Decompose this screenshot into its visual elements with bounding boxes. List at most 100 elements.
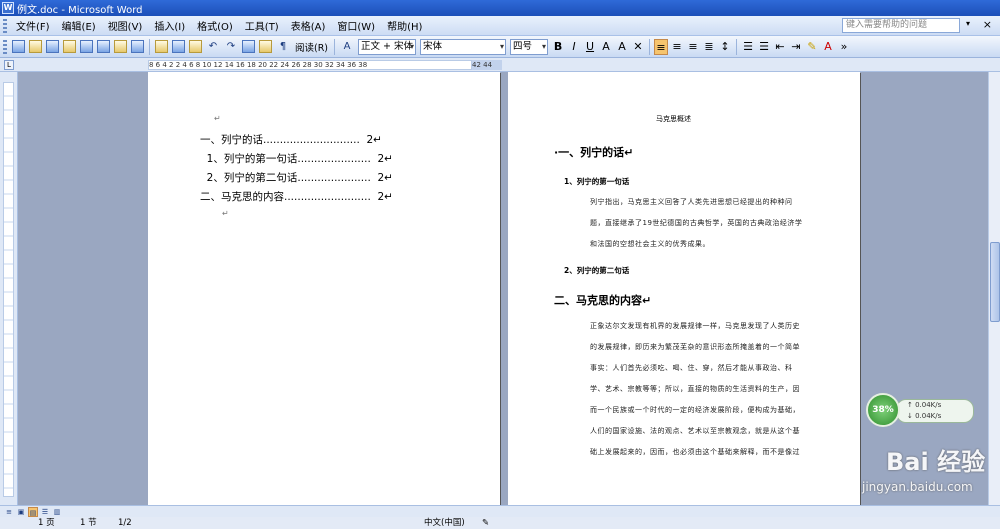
cut-icon[interactable] [155, 40, 168, 53]
research-icon[interactable] [131, 40, 144, 53]
menu-help[interactable]: 帮助(H) [381, 18, 428, 33]
table-icon[interactable] [259, 40, 272, 53]
spelling-status-icon[interactable]: ✎ [482, 517, 489, 529]
page-2[interactable]: 马克思概述 ·一、列宁的话↵ 1、列宁的第一句话 列宁指出，马克思主义回答了人类… [508, 72, 860, 505]
status-language: 中文(中国) [424, 518, 465, 528]
horizontal-ruler: L 8 6 4 2 2 4 6 8 10 12 14 16 18 20 22 2… [0, 58, 1000, 79]
title-bar: W 例文.doc - Microsoft Word [0, 0, 1000, 16]
print-icon[interactable] [80, 40, 93, 53]
web-view-icon[interactable]: ▣ [16, 507, 26, 517]
zoom-icon[interactable]: ¶ [275, 39, 291, 55]
toc-entry[interactable]: 1、列宁的第一句话...................... 2↵ [200, 151, 393, 166]
permission-icon[interactable] [63, 40, 76, 53]
normal-view-icon[interactable]: ≡ [4, 507, 14, 517]
toc-entry[interactable]: 2、列宁的第二句话...................... 2↵ [200, 170, 393, 185]
page-header: 马克思概述 [656, 115, 691, 123]
menu-view[interactable]: 视图(V) [102, 18, 149, 33]
align-right-icon[interactable]: ≡ [686, 39, 700, 55]
spelling-icon[interactable] [114, 40, 127, 53]
watermark: Bai 经验 jingyan.baidu.com [846, 442, 996, 502]
numbering-icon[interactable]: ☰ [741, 39, 755, 55]
close-document-icon[interactable]: × [983, 18, 992, 31]
char-scale-icon[interactable]: ✕ [631, 39, 645, 55]
horizontal-scrollbar[interactable]: ≡ ▣ ▤ ☰ ▥ [0, 505, 1000, 517]
standard-toolbar: ↶ ↷ ¶ 阅读(R) A 正文 + 宋体 宋体 四号 B I U A A ✕ … [0, 36, 1000, 58]
speed-panel: ↑ 0.04K/s ↓ 0.04K/s [896, 399, 974, 423]
font-dropdown[interactable]: 宋体 [420, 38, 507, 55]
ruler-right-margin[interactable]: 42 44 46 [472, 60, 502, 79]
help-search-input[interactable]: 键入需要帮助的问题 [842, 18, 960, 33]
heading-1[interactable]: ·一、列宁的话↵ [554, 144, 633, 160]
increase-indent-icon[interactable]: ⇥ [789, 39, 803, 55]
window-title: 例文.doc - Microsoft Word [17, 4, 143, 16]
font-size-dropdown[interactable]: 四号 [510, 38, 549, 55]
menu-edit[interactable]: 编辑(E) [56, 18, 102, 33]
reading-view-icon[interactable]: ▥ [52, 507, 62, 517]
watermark-url: jingyan.baidu.com [862, 480, 973, 494]
menu-tools[interactable]: 工具(T) [239, 18, 285, 33]
document-area[interactable]: ↵ 一、列宁的话............................. 2↵… [18, 72, 988, 505]
scroll-thumb[interactable] [990, 242, 1000, 322]
open-folder-icon[interactable] [29, 40, 42, 53]
toc-entry[interactable]: 二、马克思的内容.......................... 2↵ [200, 189, 393, 204]
char-border-icon[interactable]: A [599, 39, 613, 55]
redo-icon[interactable]: ↷ [223, 39, 239, 55]
menu-file[interactable]: 文件(F) [10, 18, 56, 33]
char-shading-icon[interactable]: A [615, 39, 629, 55]
heading-1[interactable]: 二、马克思的内容↵ [554, 292, 651, 308]
font-color-icon[interactable]: A [821, 39, 835, 55]
download-speed: ↓ 0.04K/s [907, 412, 942, 420]
styles-pane-icon[interactable]: A [339, 39, 355, 55]
menu-insert[interactable]: 插入(I) [148, 18, 191, 33]
decrease-indent-icon[interactable]: ⇤ [773, 39, 787, 55]
distributed-icon[interactable]: ≣ [702, 39, 716, 55]
hyperlink-icon[interactable] [242, 40, 255, 53]
speed-percent: 38% [866, 393, 900, 427]
toolbar-separator [649, 38, 651, 55]
paragraph-mark: ↵ [222, 209, 229, 218]
menu-table[interactable]: 表格(A) [285, 18, 332, 33]
align-center-icon[interactable]: ≡ [670, 39, 684, 55]
menu-bar: 文件(F) 编辑(E) 视图(V) 插入(I) 格式(O) 工具(T) 表格(A… [0, 16, 1000, 36]
undo-icon[interactable]: ↶ [205, 39, 221, 55]
line-spacing-icon[interactable]: ↕ [718, 39, 732, 55]
outline-view-icon[interactable]: ☰ [40, 507, 50, 517]
menu-format[interactable]: 格式(O) [191, 18, 239, 33]
vertical-ruler-scale[interactable] [3, 82, 14, 497]
align-justify-icon[interactable]: ≡ [654, 38, 669, 55]
status-pages: 1/2 [118, 518, 132, 528]
bullets-icon[interactable]: ☰ [757, 39, 771, 55]
bold-button[interactable]: B [551, 39, 565, 55]
save-icon[interactable] [46, 40, 59, 53]
paste-icon[interactable] [189, 40, 202, 53]
menu-grip-icon[interactable] [3, 18, 7, 33]
italic-button[interactable]: I [567, 39, 581, 55]
menu-window[interactable]: 窗口(W) [331, 18, 381, 33]
body-paragraph[interactable]: 正象达尔文发现有机界的发展规律一样，马克思发现了人类历史的发展规律，即历来为繁茂… [590, 316, 804, 466]
style-dropdown[interactable]: 正文 + 宋体 [358, 38, 417, 55]
underline-button[interactable]: U [583, 39, 597, 55]
print-preview-icon[interactable] [97, 40, 110, 53]
highlight-icon[interactable]: ✎ [805, 39, 819, 55]
read-button[interactable]: 阅读(R) [295, 40, 328, 54]
toolbar-options-icon[interactable]: » [837, 39, 851, 55]
heading-2[interactable]: 2、列宁的第二句话 [564, 265, 629, 276]
speed-widget[interactable]: ↑ 0.04K/s ↓ 0.04K/s 38% [866, 393, 976, 429]
page-1[interactable]: ↵ 一、列宁的话............................. 2↵… [148, 72, 500, 505]
help-dropdown-icon[interactable]: ▾ [966, 19, 970, 28]
tab-selector-icon[interactable]: L [4, 60, 14, 70]
toolbar-separator [149, 38, 150, 55]
vertical-ruler [0, 72, 18, 505]
toolbar-grip-icon[interactable] [3, 39, 7, 54]
word-icon: W [2, 2, 14, 14]
body-paragraph[interactable]: 列宁指出，马克思主义回答了人类先进思想已经提出的种种问题，直接继承了19世纪德国… [590, 192, 804, 258]
new-document-icon[interactable] [12, 40, 25, 53]
heading-2[interactable]: 1、列宁的第一句话 [564, 176, 629, 187]
print-view-icon[interactable]: ▤ [28, 507, 38, 517]
toc-entry[interactable]: 一、列宁的话............................. 2↵ [200, 132, 382, 147]
copy-icon[interactable] [172, 40, 185, 53]
upload-speed: ↑ 0.04K/s [907, 401, 942, 409]
status-section: 1 节 [80, 518, 97, 528]
vertical-scrollbar[interactable] [988, 72, 1000, 505]
ruler-scale[interactable]: 8 6 4 2 2 4 6 8 10 12 14 16 18 20 22 24 … [148, 60, 472, 70]
